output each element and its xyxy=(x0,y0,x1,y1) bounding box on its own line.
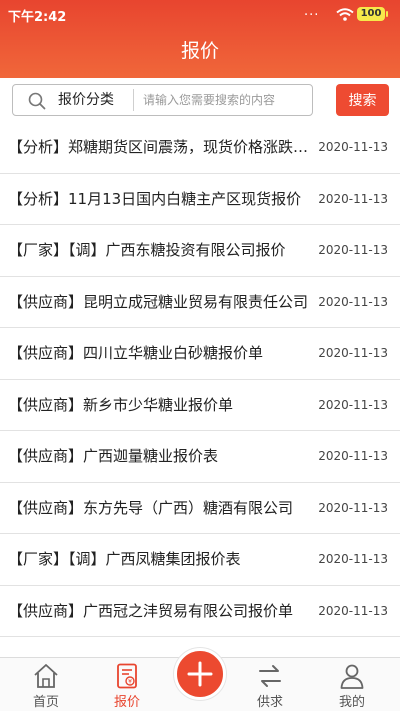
list-item-title: 【厂家】【调】广西凤糖集团报价表 xyxy=(8,550,241,568)
list-item-date: 2020-11-13 xyxy=(318,500,388,515)
list-item-title: 【供应商】广西迦量糖业报价表 xyxy=(8,447,219,465)
tab-quote[interactable]: ¥ 报价 xyxy=(97,658,157,711)
list-item-date: 2020-11-13 xyxy=(318,603,388,618)
list-item-title: 【供应商】新乡市少华糖业报价单 xyxy=(8,395,234,414)
list-item-date: 2020-11-13 xyxy=(318,140,388,154)
list-item[interactable]: 【分析】11月13日国内白糖主产区现货报价 2020-11-13 xyxy=(0,173,400,225)
tab-supply[interactable]: 供求 xyxy=(240,658,300,711)
list-item-date: 2020-11-13 xyxy=(318,552,388,566)
list-item-date: 2020-11-13 xyxy=(318,243,388,257)
list-item-title: 【厂家】【调】广西东糖投资有限公司报价 xyxy=(8,241,286,259)
tab-supply-label: 供求 xyxy=(256,695,283,710)
list-item-title: 【供应商】东方先导（广西）糖酒有限公司 xyxy=(8,498,294,517)
list-item[interactable]: 【供应商】广西冠之沣贸易有限公司报价单 2020-11-13 xyxy=(0,585,400,637)
list-item[interactable]: 【供应商】新乡市少华糖业报价单 2020-11-13 xyxy=(0,379,400,431)
search-button[interactable]: 搜索 xyxy=(336,84,389,116)
add-button[interactable] xyxy=(174,648,226,700)
list-item-date: 2020-11-13 xyxy=(318,346,388,360)
list-item-title: 【供应商】昆明立成冠糖业贸易有限责任公司 xyxy=(8,292,309,311)
tab-quote-label: 报价 xyxy=(113,695,140,710)
status-bar: 下午2:42 ... 100 xyxy=(0,0,400,28)
list-item[interactable]: 【厂家】【调】广西东糖投资有限公司报价 2020-11-13 xyxy=(0,225,400,277)
status-time: 下午2:42 xyxy=(8,10,67,25)
category-selector[interactable]: 报价分类 xyxy=(58,85,114,115)
list-item-date: 2020-11-13 xyxy=(318,397,388,412)
list-item-title: 【供应商】广西冠之沣贸易有限公司报价单 xyxy=(8,601,294,620)
swap-arrows-icon xyxy=(259,665,281,687)
list-item-date: 2020-11-13 xyxy=(318,294,388,309)
battery-icon: 100 xyxy=(357,7,388,21)
list-item[interactable]: 【厂家】【调】广西凤糖集团报价表 2020-11-13 xyxy=(0,534,400,586)
app-header: 下午2:42 ... 100 报价 xyxy=(0,0,400,78)
list-item[interactable]: 【供应商】广西迦量糖业报价表 2020-11-13 xyxy=(0,431,400,483)
tab-mine-label: 我的 xyxy=(338,695,365,710)
search-input[interactable] xyxy=(143,87,309,113)
tab-mine[interactable]: 我的 xyxy=(322,658,382,711)
search-bar: 报价分类 搜索 xyxy=(0,78,400,124)
svg-text:¥: ¥ xyxy=(128,679,132,686)
tab-home-label: 首页 xyxy=(32,695,59,710)
list-item[interactable]: 【分析】郑糖期货区间震荡，现货价格涨跌互现 2020-11-13 xyxy=(0,122,400,174)
user-icon xyxy=(340,664,364,689)
list-item-date: 2020-11-13 xyxy=(318,449,388,463)
quote-list: 【分析】郑糖期货区间震荡，现货价格涨跌互现 2020-11-13 【分析】11月… xyxy=(0,122,400,637)
page-title: 报价 xyxy=(180,40,219,62)
list-item-title: 【分析】郑糖期货区间震荡，现货价格涨跌互现 xyxy=(8,138,318,156)
list-item-date: 2020-11-13 xyxy=(318,191,388,206)
list-item-title: 【分析】11月13日国内白糖主产区现货报价 xyxy=(8,189,302,208)
search-box: 报价分类 xyxy=(12,84,313,116)
search-divider xyxy=(133,89,134,111)
list-item-title: 【供应商】四川立华糖业白砂糖报价单 xyxy=(8,344,264,362)
home-icon xyxy=(34,664,58,688)
wifi-icon xyxy=(336,8,354,21)
status-dots: ... xyxy=(304,4,320,19)
list-item[interactable]: 【供应商】四川立华糖业白砂糖报价单 2020-11-13 xyxy=(0,328,400,380)
document-icon: ¥ xyxy=(117,663,137,689)
search-icon xyxy=(28,92,46,110)
tab-home[interactable]: 首页 xyxy=(16,658,76,711)
list-item[interactable]: 【供应商】东方先导（广西）糖酒有限公司 2020-11-13 xyxy=(0,482,400,534)
list-item[interactable]: 【供应商】昆明立成冠糖业贸易有限责任公司 2020-11-13 xyxy=(0,276,400,328)
plus-icon xyxy=(187,661,213,687)
